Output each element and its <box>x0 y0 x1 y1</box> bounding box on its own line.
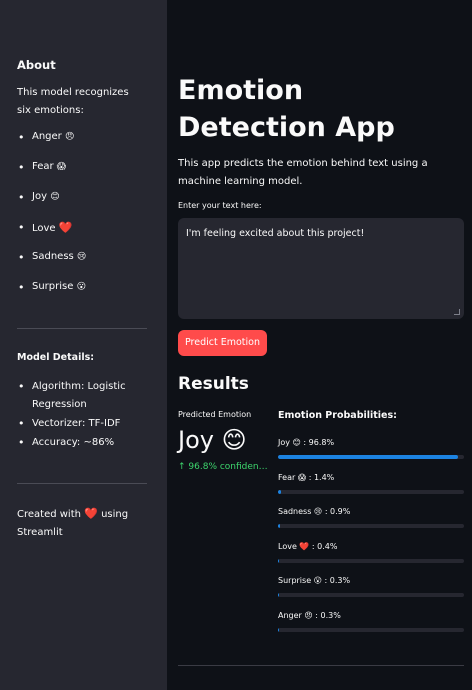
predict-button[interactable]: Predict Emotion <box>178 330 267 356</box>
list-item: Algorithm: Logistic Regression <box>17 378 145 414</box>
about-text: This model recognizes six emotions: <box>17 87 129 116</box>
progress-bar <box>278 593 464 597</box>
screaming-face-icon: 😱 <box>56 162 67 172</box>
angry-face-icon: 😠 <box>64 132 75 142</box>
heart-icon: ❤️ <box>84 507 98 520</box>
probability-label: Sadness 😢 : 0.9% <box>278 507 351 516</box>
page-title: Emotion Detection App <box>178 75 395 143</box>
progress-bar <box>278 524 464 528</box>
list-item: Vectorizer: TF-IDF <box>17 415 145 433</box>
results-heading: Results <box>178 374 249 394</box>
probabilities-heading: Emotion Probabilities: <box>278 410 397 421</box>
progress-bar <box>278 455 464 459</box>
model-details-heading: Model Details: <box>17 352 95 363</box>
list-item: Fear 😱 <box>17 161 86 191</box>
probability-row: Love ❤️ : 0.4% <box>278 541 464 563</box>
about-heading: About <box>17 58 56 72</box>
divider <box>17 483 147 484</box>
progress-fill <box>278 559 279 563</box>
progress-fill <box>278 524 280 528</box>
page-description: This app predicts the emotion behind tex… <box>178 158 428 187</box>
model-details-list: Algorithm: Logistic Regression Vectorize… <box>17 378 145 452</box>
list-item: Accuracy: ~86% <box>17 434 145 452</box>
progress-bar <box>278 559 464 563</box>
progress-bar <box>278 490 464 494</box>
probability-label: Fear 😱 : 1.4% <box>278 473 335 482</box>
list-item: Anger 😠 <box>17 131 86 161</box>
list-item: Love ❤️ <box>17 221 86 251</box>
divider <box>178 665 464 666</box>
smiling-face-icon: 😊 <box>50 192 60 202</box>
probability-row: Anger 😠 : 0.3% <box>278 610 464 632</box>
sidebar: About This model recognizes six emotions… <box>0 0 167 690</box>
list-item: Joy 😊 <box>17 191 86 221</box>
progress-fill <box>278 628 279 632</box>
list-item: Sadness 😢 <box>17 251 86 281</box>
progress-fill <box>278 455 459 459</box>
progress-bar <box>278 628 464 632</box>
probability-label: Love ❤️ : 0.4% <box>278 542 338 551</box>
confidence-delta: ↑ 96.8% confidence <box>178 462 268 472</box>
input-label: Enter your text here: <box>178 201 262 210</box>
probability-row: Sadness 😢 : 0.9% <box>278 506 464 528</box>
sidebar-footer: Created with ❤️ using Streamlit <box>17 507 129 538</box>
list-item: Surprise 😮 <box>17 281 86 311</box>
main-content: Emotion Detection App This app predicts … <box>167 0 472 690</box>
surprised-face-icon: 😮 <box>76 282 86 292</box>
divider <box>17 328 147 329</box>
probability-label: Anger 😠 : 0.3% <box>278 611 341 620</box>
predicted-emotion-value: Joy 😊 <box>178 426 247 454</box>
probability-label: Surprise 😮 : 0.3% <box>278 576 351 585</box>
progress-fill <box>278 593 279 597</box>
probability-row: Surprise 😮 : 0.3% <box>278 575 464 597</box>
resize-handle-icon[interactable] <box>454 309 460 315</box>
emotion-list: Anger 😠 Fear 😱 Joy 😊 Love ❤️ Sadness 😢 S… <box>17 131 86 311</box>
probability-row: Joy 😊 : 96.8% <box>278 437 464 459</box>
progress-fill <box>278 490 281 494</box>
crying-face-icon: 😢 <box>76 252 87 262</box>
predicted-emotion-label: Predicted Emotion <box>178 410 252 419</box>
text-input-value: I'm feeling excited about this project! <box>186 228 365 239</box>
text-input[interactable]: I'm feeling excited about this project! <box>178 218 464 319</box>
probability-row: Fear 😱 : 1.4% <box>278 472 464 494</box>
heart-icon: ❤️ <box>58 221 73 234</box>
probability-label: Joy 😊 : 96.8% <box>278 438 335 447</box>
